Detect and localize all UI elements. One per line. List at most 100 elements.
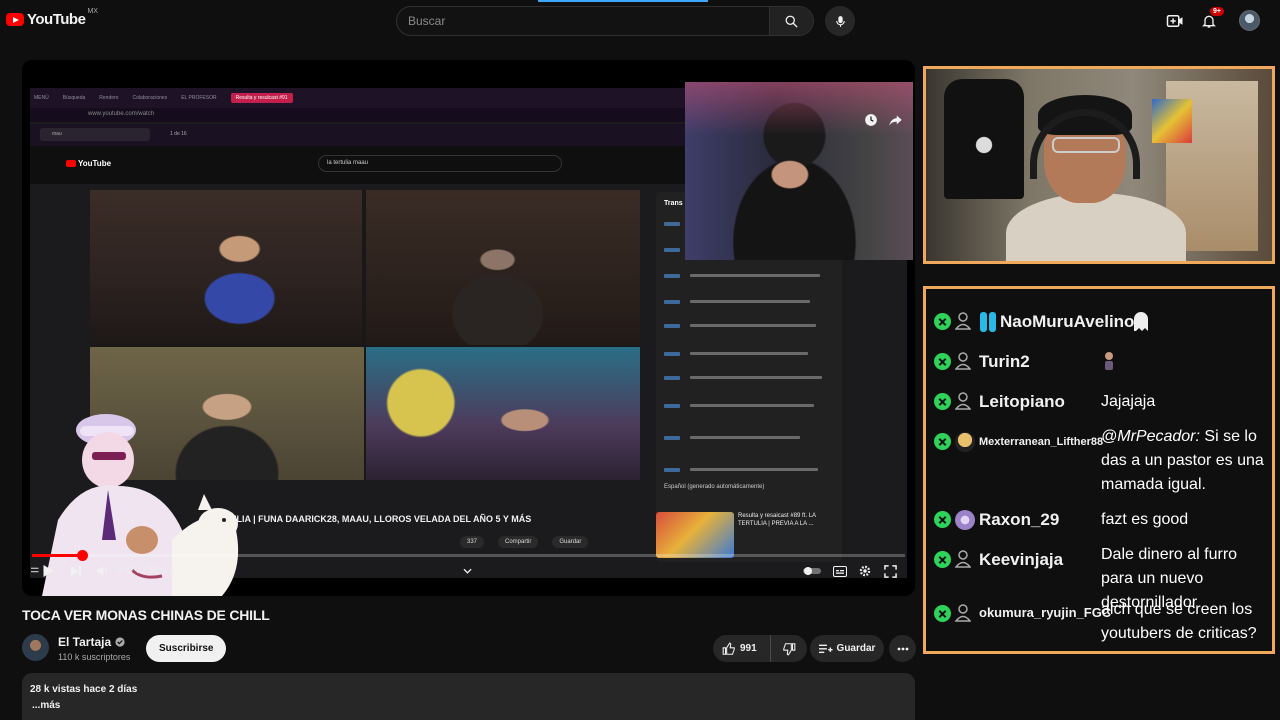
- play-button[interactable]: [38, 561, 58, 581]
- chapters-chevron[interactable]: [457, 561, 477, 581]
- account-avatar[interactable]: [1239, 10, 1260, 31]
- subscriber-count: 110 k suscriptores: [58, 652, 131, 662]
- thumbs-up-icon: [722, 642, 735, 655]
- embedded-logo-text: YouTube: [78, 159, 112, 168]
- embedded-url: www.youtube.com/watch: [88, 111, 155, 117]
- voice-search-button[interactable]: [825, 6, 855, 36]
- progress-bar[interactable]: [32, 550, 905, 561]
- user-icon: [955, 352, 971, 370]
- xbox-badge-icon: [934, 433, 951, 450]
- chat-username: NaoMuruAvelino: [1000, 312, 1135, 331]
- embedded-share: Compartir: [498, 536, 539, 548]
- subscribe-button[interactable]: Suscribirse: [146, 635, 227, 662]
- streamer-facecam: [923, 66, 1275, 264]
- subtitles-icon: [833, 565, 847, 577]
- embedded-save: Guardar: [552, 536, 589, 548]
- time-display: 9:47 / 2:50:43: [117, 565, 173, 575]
- fullscreen-button[interactable]: [880, 561, 900, 581]
- microphone-icon: [835, 15, 845, 27]
- transcript-line: [664, 376, 834, 380]
- video-title: TOCA VER MONAS CHINAS DE CHILL: [22, 607, 270, 623]
- watch-later-button[interactable]: [863, 112, 879, 128]
- transcript-line: [664, 352, 834, 356]
- chat-username: Mexterranean_Lifther88: [979, 436, 1104, 448]
- save-label: Guardar: [836, 643, 876, 654]
- user-icon: [955, 312, 971, 330]
- embedded-search-query: la tertulia maau: [318, 155, 562, 172]
- notifications-button[interactable]: 9+: [1198, 7, 1224, 32]
- transcript-line: [664, 436, 834, 440]
- embedded-related-thumbnail: [656, 512, 734, 558]
- embedded-tab: EL PROFESOR: [181, 95, 217, 101]
- loading-bar: [538, 0, 708, 2]
- wall-shirt: [944, 79, 1024, 199]
- progress-played: [32, 554, 82, 557]
- streamer-cam-inset: [685, 82, 913, 260]
- youtube-logo[interactable]: YouTube MX: [6, 8, 98, 28]
- mascot-glasses: [92, 452, 126, 460]
- embedded-likes: 337: [460, 536, 485, 548]
- description-box[interactable]: 28 k vistas hace 2 días ...más: [22, 673, 915, 720]
- embedded-related-title: Resulta y resaicast #89 ft. LA TERTULIA …: [738, 513, 816, 527]
- embedded-transcript-title: Trans: [664, 200, 683, 207]
- autoplay-toggle[interactable]: [802, 561, 822, 581]
- embedded-tab: MENÚ: [34, 95, 49, 101]
- create-button[interactable]: [1164, 10, 1186, 32]
- like-dislike-group: 991: [713, 635, 807, 662]
- channel-name: El Tartaja: [58, 635, 112, 649]
- xbox-badge-icon: [934, 393, 951, 410]
- chat-username: Leitopiano: [979, 392, 1065, 411]
- save-button[interactable]: Guardar: [810, 635, 884, 662]
- search-input[interactable]: [397, 7, 771, 35]
- embedded-tab: Búsqueda: [62, 95, 86, 101]
- fullscreen-icon: [883, 564, 897, 578]
- more-horizontal-icon: [897, 647, 908, 650]
- embedded-cam-1: [90, 190, 362, 345]
- chevron-down-icon: [462, 568, 472, 574]
- dislike-button[interactable]: [771, 642, 807, 656]
- share-button[interactable]: [887, 112, 903, 128]
- embedded-video-title: ULIA | FUNA DAARICK28, MAAU, LLOROS VELA…: [230, 514, 532, 524]
- chat-text: fazt es good: [1101, 511, 1189, 528]
- live-chat-overlay: NaoMuruAvelino Turin2 Leitopiano Jajajaj…: [923, 286, 1275, 654]
- verified-check-icon: [115, 637, 125, 647]
- chat-username: Keevinjaja: [979, 550, 1064, 569]
- transcript-line: [664, 300, 834, 304]
- embedded-cam-4: [366, 347, 640, 480]
- like-button[interactable]: 991: [713, 635, 771, 662]
- xbox-badge-icon: [934, 605, 951, 622]
- channel-name-link[interactable]: El Tartaja: [58, 635, 125, 649]
- youtube-play-icon: [6, 13, 24, 26]
- clock-icon: [865, 114, 877, 126]
- chat-username: Turin2: [979, 352, 1030, 371]
- embedded-tab: Rendero: [99, 95, 119, 101]
- video-player[interactable]: MENÚ Búsqueda Rendero Colaboraciones EL …: [22, 60, 915, 596]
- volume-button[interactable]: [92, 561, 112, 581]
- embedded-youtube-logo: YouTube: [66, 159, 111, 168]
- volume-icon: [96, 566, 107, 576]
- show-more-link[interactable]: ...más: [30, 700, 915, 711]
- wall-art: [1152, 99, 1192, 143]
- thumbs-down-icon: [783, 642, 796, 655]
- search-button[interactable]: [769, 7, 813, 35]
- search-box: [396, 6, 814, 36]
- embedded-find-count: 1 de 16: [170, 131, 187, 137]
- subtitles-button[interactable]: [830, 561, 850, 581]
- switch-emote-icon: [980, 312, 996, 332]
- masthead: YouTube MX 9+: [0, 0, 1280, 42]
- next-button[interactable]: [66, 561, 86, 581]
- user-icon: [955, 392, 971, 410]
- settings-button[interactable]: [855, 561, 875, 581]
- transcript-line: [664, 274, 834, 278]
- chat-username: okumura_ryujin_FGC: [979, 605, 1112, 620]
- embedded-video-actions: 337 Compartir Guardar: [460, 536, 589, 548]
- xbox-badge-icon: [934, 511, 951, 528]
- ghost-emote-icon: [1134, 312, 1148, 331]
- more-actions-button[interactable]: [889, 635, 916, 662]
- next-icon: [71, 566, 81, 576]
- user-icon: [955, 550, 971, 568]
- embedded-tab-active: Resulta y resulcast #91: [230, 93, 293, 103]
- embedded-transcript-language: Español (generado automáticamente): [664, 484, 765, 490]
- channel-avatar[interactable]: [22, 634, 49, 661]
- embedded-find-query: mau: [40, 128, 150, 141]
